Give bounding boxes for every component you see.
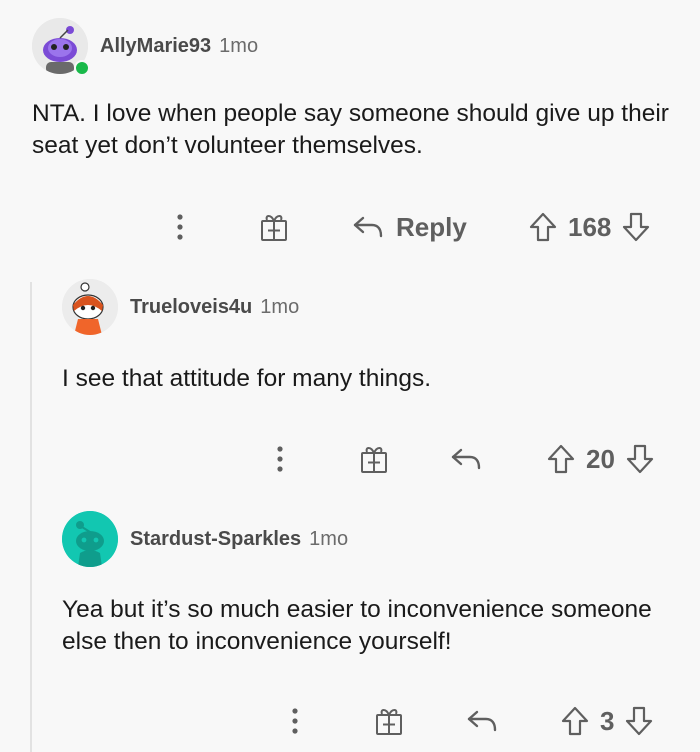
snoo-avatar-icon xyxy=(62,279,118,335)
reply-label: Reply xyxy=(396,211,467,242)
thread-line xyxy=(30,282,32,752)
vote-count: 3 xyxy=(600,705,615,736)
reply-button[interactable] xyxy=(450,439,482,479)
more-options-icon xyxy=(292,708,298,734)
username[interactable]: Stardust-Sparkles xyxy=(130,528,301,551)
reply-arrow-icon xyxy=(467,710,497,732)
comment-header: Stardust-Sparkles 1mo xyxy=(62,511,348,567)
comment-actions: Reply 168 xyxy=(0,207,700,247)
more-options-button[interactable] xyxy=(170,207,190,247)
downvote-arrow-icon[interactable] xyxy=(621,211,651,243)
username[interactable]: Trueloveis4u xyxy=(130,296,252,319)
comment-actions: 3 xyxy=(0,701,700,741)
reply-button[interactable]: Reply xyxy=(352,207,467,247)
comment-header: AllyMarie93 1mo xyxy=(32,18,259,76)
reply-arrow-icon xyxy=(451,448,481,470)
award-button[interactable] xyxy=(358,439,390,479)
more-options-icon xyxy=(177,214,183,240)
avatar[interactable] xyxy=(62,511,118,567)
comment-body: NTA. I love when people say someone shou… xyxy=(32,100,669,159)
comment-actions: 20 xyxy=(0,439,700,479)
award-icon xyxy=(361,447,387,473)
reply-arrow-icon xyxy=(353,216,383,238)
more-options-icon xyxy=(277,446,283,472)
timestamp: 1mo xyxy=(309,527,349,550)
vote-controls: 3 xyxy=(560,701,654,741)
award-button[interactable] xyxy=(373,701,405,741)
downvote-arrow-icon[interactable] xyxy=(625,443,655,475)
reply-button[interactable] xyxy=(466,701,498,741)
username[interactable]: AllyMarie93 xyxy=(100,35,211,58)
award-icon xyxy=(376,709,402,735)
upvote-arrow-icon[interactable] xyxy=(528,211,558,243)
more-options-button[interactable] xyxy=(270,439,290,479)
comment-body: Yea but it’s so much easier to inconveni… xyxy=(62,596,652,655)
online-status-indicator xyxy=(74,60,90,76)
upvote-arrow-icon[interactable] xyxy=(560,705,590,737)
award-icon xyxy=(261,215,287,241)
vote-controls: 20 xyxy=(546,439,655,479)
downvote-arrow-icon[interactable] xyxy=(624,705,654,737)
comment-body: I see that attitude for many things. xyxy=(62,365,432,392)
vote-count: 20 xyxy=(586,443,615,474)
award-button[interactable] xyxy=(258,207,290,247)
snoo-avatar-icon xyxy=(62,511,118,567)
timestamp: 1mo xyxy=(219,34,259,57)
vote-controls: 168 xyxy=(528,207,651,247)
more-options-button[interactable] xyxy=(285,701,305,741)
avatar[interactable] xyxy=(62,279,118,335)
comment-header: Trueloveis4u 1mo xyxy=(62,279,299,335)
upvote-arrow-icon[interactable] xyxy=(546,443,576,475)
vote-count: 168 xyxy=(568,211,612,242)
timestamp: 1mo xyxy=(260,295,300,318)
